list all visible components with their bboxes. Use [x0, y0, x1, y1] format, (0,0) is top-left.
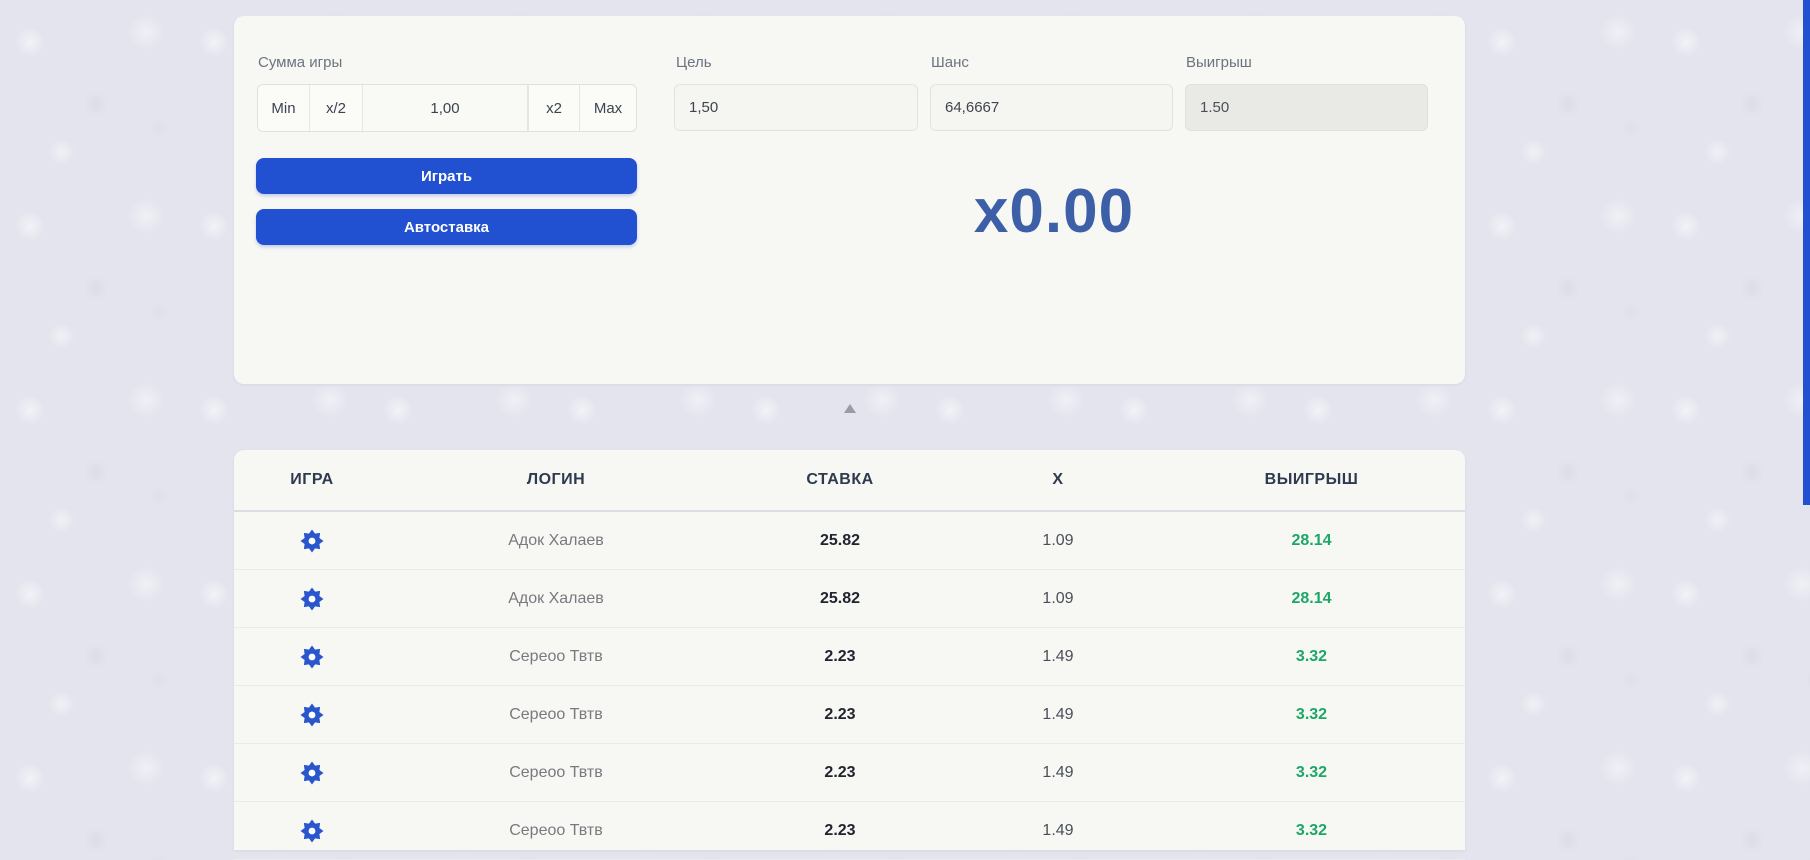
header-x: X — [958, 471, 1158, 489]
row-login: Сереоо Твтв — [390, 648, 722, 666]
double-button[interactable]: x2 — [528, 85, 580, 131]
row-x: 1.49 — [958, 822, 1158, 840]
row-login: Сереоо Твтв — [390, 822, 722, 840]
table-row: Сереоо Твтв 2.23 1.49 3.32 — [234, 802, 1465, 860]
max-button[interactable]: Max — [580, 85, 636, 131]
header-login: ЛОГИН — [390, 471, 722, 489]
chance-input[interactable] — [930, 84, 1173, 131]
collapse-caret-icon[interactable] — [844, 404, 856, 413]
row-x: 1.49 — [958, 764, 1158, 782]
play-button[interactable]: Играть — [256, 158, 637, 194]
row-win: 3.32 — [1158, 706, 1465, 724]
gear-game-icon — [300, 587, 324, 611]
row-bet: 25.82 — [722, 590, 958, 608]
row-bet: 25.82 — [722, 532, 958, 550]
header-bet: СТАВКА — [722, 471, 958, 489]
row-win: 28.14 — [1158, 590, 1465, 608]
chance-label: Шанс — [931, 54, 969, 71]
min-button[interactable]: Min — [258, 85, 310, 131]
table-row: Сереоо Твтв 2.23 1.49 3.32 — [234, 744, 1465, 802]
row-win: 3.32 — [1158, 764, 1465, 782]
gear-game-icon — [300, 761, 324, 785]
row-win: 3.32 — [1158, 822, 1465, 840]
row-bet: 2.23 — [722, 822, 958, 840]
table-row: Адок Халаев 25.82 1.09 28.14 — [234, 570, 1465, 628]
bet-amount-group: Min x/2 1,00 x2 Max — [257, 84, 637, 132]
scrollbar-thumb[interactable] — [1803, 0, 1810, 505]
table-header-row: ИГРА ЛОГИН СТАВКА X ВЫИГРЫШ — [234, 450, 1465, 512]
row-bet: 2.23 — [722, 648, 958, 666]
result-multiplier: x0.00 — [874, 176, 1234, 247]
row-bet: 2.23 — [722, 706, 958, 724]
gear-game-icon — [300, 819, 324, 843]
gear-game-icon — [300, 645, 324, 669]
bet-amount-label: Сумма игры — [258, 54, 342, 71]
row-x: 1.09 — [958, 532, 1158, 550]
row-x: 1.49 — [958, 648, 1158, 666]
header-game: ИГРА — [234, 471, 390, 489]
row-win: 3.32 — [1158, 648, 1465, 666]
row-login: Адок Халаев — [390, 532, 722, 550]
target-input[interactable] — [674, 84, 918, 131]
autobet-button[interactable]: Автоставка — [256, 209, 637, 245]
win-label: Выигрыш — [1186, 54, 1252, 71]
half-button[interactable]: x/2 — [310, 85, 363, 131]
target-label: Цель — [676, 54, 712, 71]
table-row: Сереоо Твтв 2.23 1.49 3.32 — [234, 686, 1465, 744]
table-row: Сереоо Твтв 2.23 1.49 3.32 — [234, 628, 1465, 686]
header-win: ВЫИГРЫШ — [1158, 471, 1465, 489]
row-login: Сереоо Твтв — [390, 764, 722, 782]
row-win: 28.14 — [1158, 532, 1465, 550]
row-login: Сереоо Твтв — [390, 706, 722, 724]
win-input — [1185, 84, 1428, 131]
table-row: Адок Халаев 25.82 1.09 28.14 — [234, 512, 1465, 570]
table-body: Адок Халаев 25.82 1.09 28.14 Адок Халаев… — [234, 512, 1465, 860]
bets-table-card: ИГРА ЛОГИН СТАВКА X ВЫИГРЫШ Адок Халаев … — [234, 450, 1465, 850]
bet-controls-card: Сумма игры Min x/2 1,00 x2 Max Цель Шанс… — [234, 16, 1465, 384]
bet-amount-value[interactable]: 1,00 — [363, 85, 528, 131]
gear-game-icon — [300, 529, 324, 553]
row-x: 1.09 — [958, 590, 1158, 608]
row-login: Адок Халаев — [390, 590, 722, 608]
gear-game-icon — [300, 703, 324, 727]
row-bet: 2.23 — [722, 764, 958, 782]
row-x: 1.49 — [958, 706, 1158, 724]
